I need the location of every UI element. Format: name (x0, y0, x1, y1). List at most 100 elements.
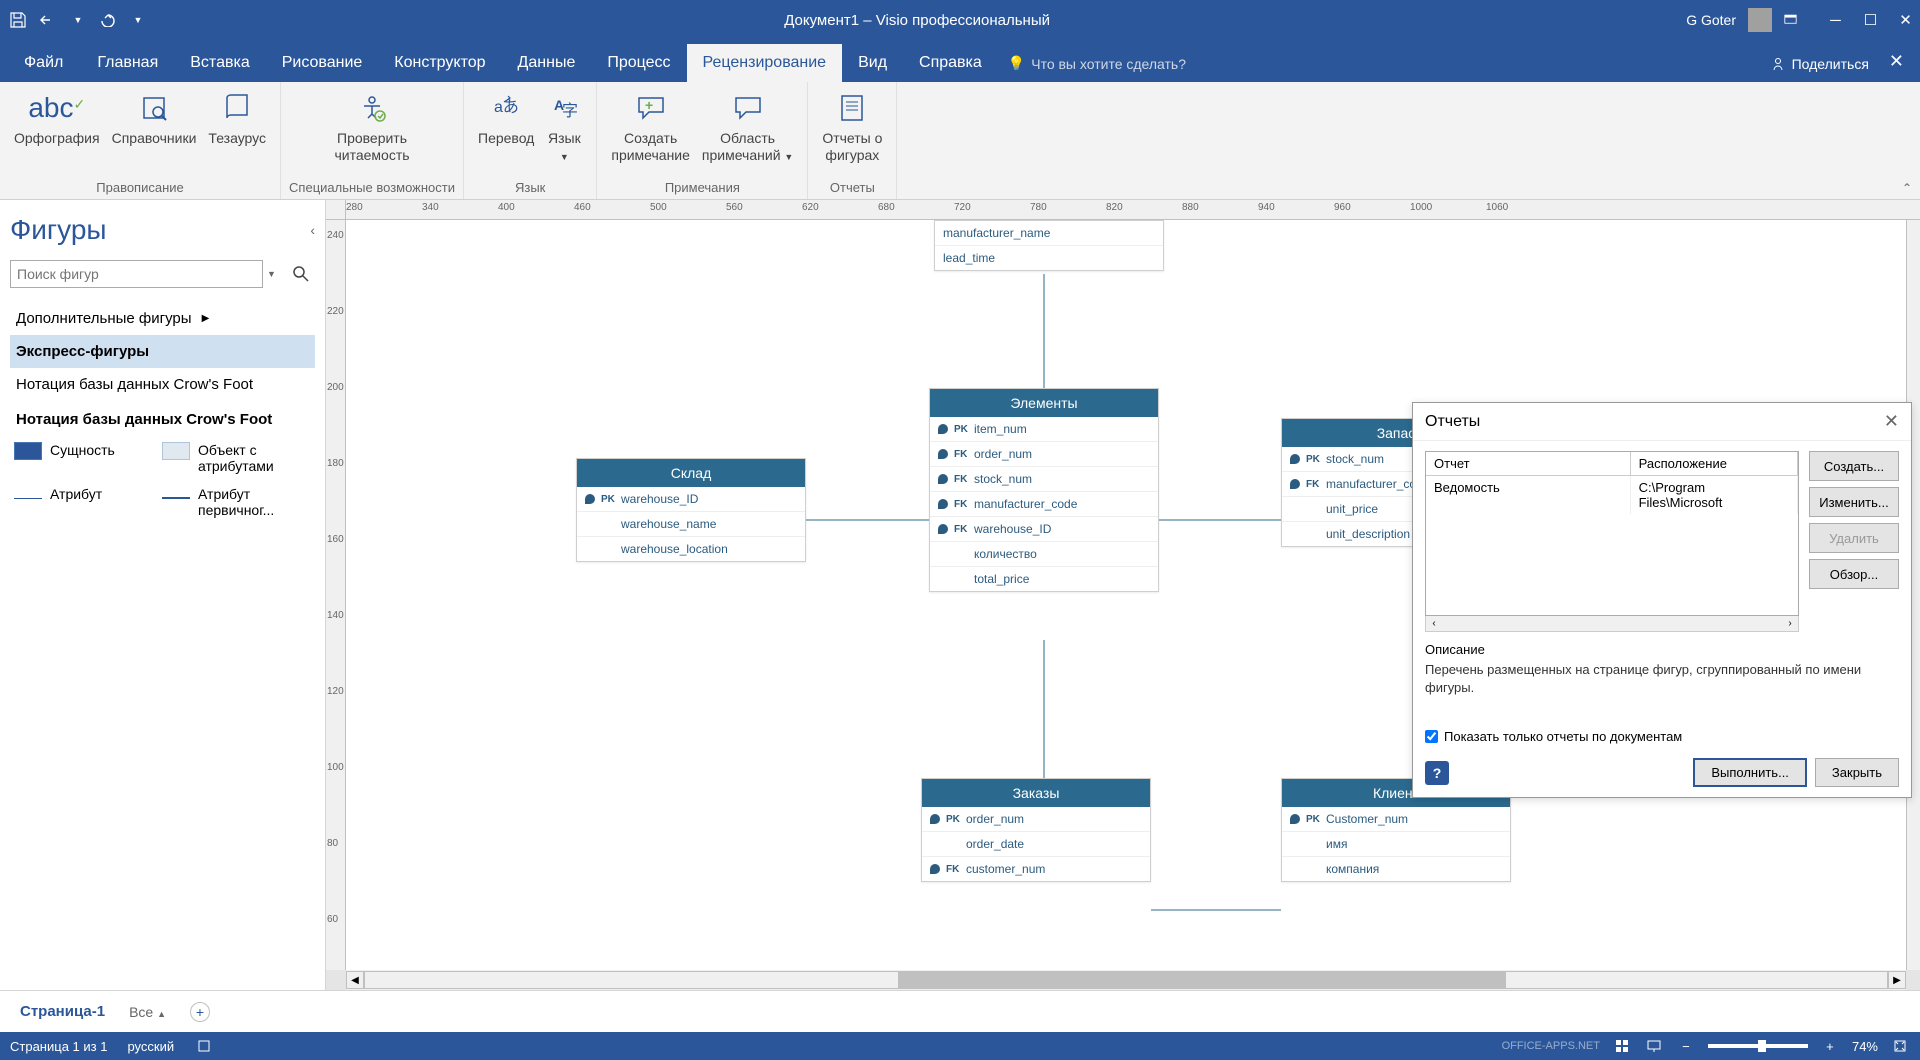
maximize-icon[interactable]: ☐ (1864, 10, 1877, 30)
share-button[interactable]: Поделиться (1760, 46, 1879, 82)
tab-data[interactable]: Данные (502, 44, 592, 82)
vertical-ruler: 2402202001801601401201008060 (326, 220, 346, 970)
tell-me[interactable]: 💡 Что вы хотите сделать? (998, 45, 1196, 82)
avatar[interactable] (1748, 8, 1772, 32)
spelling-button[interactable]: abc✓Орфография (8, 86, 106, 151)
entity-orders[interactable]: Заказы PKorder_num order_date FKcustomer… (921, 778, 1151, 882)
thesaurus-button[interactable]: Тезаурус (202, 86, 272, 151)
tab-design[interactable]: Конструктор (378, 44, 501, 82)
more-shapes-item[interactable]: Дополнительные фигуры ▶ (10, 302, 315, 335)
scroll-right-icon[interactable]: ▶ (1888, 971, 1906, 989)
status-page[interactable]: Страница 1 из 1 (10, 1039, 107, 1054)
research-icon (136, 90, 172, 126)
page-add-icon[interactable]: + (190, 1002, 210, 1022)
zoom-slider[interactable] (1708, 1044, 1808, 1048)
tab-help[interactable]: Справка (903, 44, 998, 82)
tab-insert[interactable]: Вставка (174, 44, 265, 82)
undo-dropdown-icon[interactable]: ▼ (68, 10, 88, 30)
page-all-button[interactable]: Все ▲ (129, 1004, 166, 1020)
zoom-in-icon[interactable]: + (1820, 1036, 1840, 1056)
zoom-level[interactable]: 74% (1852, 1039, 1878, 1054)
comments-pane-button[interactable]: Область примечаний ▼ (696, 86, 799, 168)
language-button[interactable]: A字Язык▼ (540, 86, 588, 168)
stencil-pk-attribute[interactable]: Атрибут первичног... (158, 480, 306, 524)
undo-icon[interactable] (38, 10, 58, 30)
scroll-track[interactable] (364, 971, 1888, 989)
report-run-button[interactable]: Выполнить... (1693, 758, 1807, 787)
scroll-thumb[interactable] (898, 972, 1507, 988)
crowsfoot-item[interactable]: Нотация базы данных Crow's Foot (10, 368, 315, 401)
tab-view[interactable]: Вид (842, 44, 903, 82)
reports-close-icon[interactable]: ✕ (1884, 411, 1899, 432)
reports-row[interactable]: Ведомость C:\Program Files\Microsoft (1426, 476, 1798, 514)
translate-button[interactable]: aあПеревод (472, 86, 540, 151)
thesaurus-icon (219, 90, 255, 126)
tab-file[interactable]: Файл (6, 44, 81, 82)
stencil-entity-attrs[interactable]: Объект с атрибутами (158, 436, 306, 480)
scroll-left-icon[interactable]: ◀ (346, 971, 364, 989)
collapse-ribbon-icon[interactable]: ⌃ (1902, 181, 1912, 195)
entity-elements[interactable]: Элементы PKitem_num FKorder_num FKstock_… (929, 388, 1159, 592)
help-icon[interactable]: ? (1425, 761, 1449, 785)
shapes-collapse-icon[interactable]: ‹ (310, 222, 315, 238)
tab-home[interactable]: Главная (81, 44, 174, 82)
reports-scroll-right-icon[interactable]: › (1782, 618, 1798, 629)
page-tab-1[interactable]: Страница-1 (20, 1003, 105, 1020)
stencil-entity[interactable]: Сущность (10, 436, 158, 480)
report-edit-button[interactable]: Изменить... (1809, 487, 1899, 517)
zoom-out-icon[interactable]: − (1676, 1036, 1696, 1056)
redo-icon[interactable] (98, 10, 118, 30)
report-browse-button[interactable]: Обзор... (1809, 559, 1899, 589)
reports-hscroll[interactable]: ‹ › (1425, 616, 1799, 632)
search-icon[interactable] (287, 260, 315, 288)
language-icon: A字 (546, 90, 582, 126)
report-create-button[interactable]: Создать... (1809, 451, 1899, 481)
close-ribbon-icon[interactable]: ✕ (1879, 41, 1914, 82)
statusbar: Страница 1 из 1 русский OFFICE-APPS.NET … (0, 1032, 1920, 1060)
close-icon[interactable]: ✕ (1899, 10, 1912, 30)
reports-desc-label: Описание (1425, 642, 1899, 657)
ribbon-display-icon[interactable] (1784, 10, 1797, 30)
entity-partial[interactable]: manufacturer_name lead_time (934, 220, 1164, 271)
shapes-panel: Фигуры ‹ ▼ Дополнительные фигуры ▶ Экспр… (0, 200, 326, 990)
ribbon-tabs: Файл Главная Вставка Рисование Конструкт… (0, 40, 1920, 82)
report-delete-button[interactable]: Удалить (1809, 523, 1899, 553)
new-comment-button[interactable]: +Создать примечание (605, 86, 696, 168)
share-label: Поделиться (1792, 56, 1869, 72)
horizontal-scrollbar[interactable]: ◀ ▶ (346, 970, 1906, 990)
svg-text:字: 字 (562, 102, 578, 120)
report-close-button[interactable]: Закрыть (1815, 758, 1899, 787)
view-mode-icon[interactable] (1612, 1036, 1632, 1056)
macro-icon[interactable] (194, 1036, 214, 1056)
entity-warehouse[interactable]: Склад PKwarehouse_ID warehouse_name ware… (576, 458, 806, 562)
quick-shapes-item[interactable]: Экспресс-фигуры (10, 335, 315, 368)
reports-table[interactable]: Отчет Расположение Ведомость C:\Program … (1425, 451, 1799, 616)
bulb-icon: 💡 (1008, 55, 1025, 72)
tab-review[interactable]: Рецензирование (687, 44, 843, 82)
tab-draw[interactable]: Рисование (266, 44, 379, 82)
reports-filter-checkbox[interactable] (1425, 730, 1438, 743)
reports-filter-label: Показать только отчеты по документам (1444, 729, 1682, 744)
accessibility-button[interactable]: Проверить читаемость (328, 86, 415, 168)
group-title-language: Язык (515, 178, 545, 197)
research-button[interactable]: Справочники (106, 86, 203, 151)
page-tabs: Страница-1 Все ▲ + (0, 990, 1920, 1032)
reports-scroll-left-icon[interactable]: ‹ (1426, 618, 1442, 629)
user-name[interactable]: G Goter (1686, 12, 1736, 28)
search-input[interactable] (10, 260, 263, 288)
fit-window-icon[interactable] (1890, 1036, 1910, 1056)
entity-orders-title: Заказы (922, 779, 1150, 807)
status-lang[interactable]: русский (127, 1039, 174, 1054)
search-dropdown-icon[interactable]: ▼ (267, 260, 283, 288)
tab-process[interactable]: Процесс (591, 44, 686, 82)
minimize-icon[interactable]: ─ (1829, 10, 1842, 30)
ribbon-group-reports: Отчеты о фигурах Отчеты (808, 82, 897, 199)
presentation-icon[interactable] (1644, 1036, 1664, 1056)
group-title-comments: Примечания (665, 178, 740, 197)
stencil-attribute[interactable]: Атрибут (10, 480, 158, 524)
save-icon[interactable] (8, 10, 28, 30)
shape-reports-button[interactable]: Отчеты о фигурах (816, 86, 888, 168)
main-area: Фигуры ‹ ▼ Дополнительные фигуры ▶ Экспр… (0, 200, 1920, 990)
qat-dropdown-icon[interactable]: ▼ (128, 10, 148, 30)
group-title-reports: Отчеты (830, 178, 875, 197)
